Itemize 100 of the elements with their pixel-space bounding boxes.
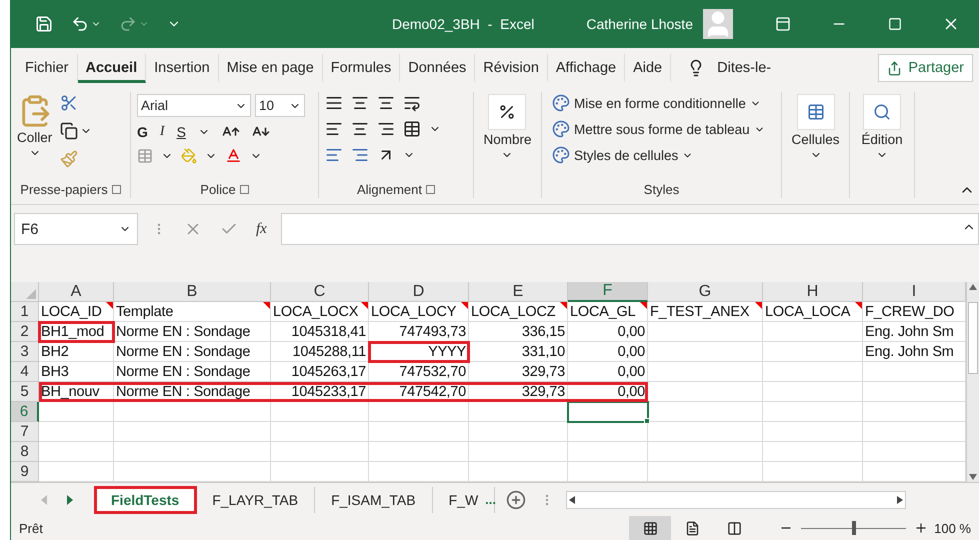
empty-cell[interactable] [763,442,863,462]
empty-cell[interactable] [763,422,863,442]
ribbon-tab[interactable]: Révision [475,54,548,82]
add-sheet-icon[interactable] [506,490,526,510]
empty-cell[interactable] [763,342,863,362]
previous-sheet-icon[interactable] [41,494,47,504]
underline-button[interactable]: S [176,124,186,140]
cells-button[interactable]: Cellules [791,94,840,178]
empty-cell[interactable] [271,442,369,462]
dialog-launcher-icon[interactable] [240,184,249,194]
align-center-icon[interactable] [351,120,369,138]
formula-field[interactable] [280,213,979,245]
empty-cell[interactable] [369,402,469,422]
empty-cell[interactable] [369,442,469,462]
column-header[interactable]: D [369,282,469,302]
zoom-level[interactable]: 100 % [934,520,971,536]
paste-button[interactable]: Coller [17,94,52,178]
more-sheets-button[interactable]: ... [485,492,496,507]
row-header[interactable]: 9 [11,462,39,482]
ribbon-tab[interactable]: Aide [625,54,672,82]
insert-function-button[interactable]: fx [256,220,267,238]
ribbon-tab[interactable]: Données [400,54,476,82]
empty-cell[interactable] [114,422,271,442]
row-header[interactable]: 5 [11,382,39,402]
empty-cell[interactable] [271,402,369,422]
number-format-button[interactable]: Nombre [483,94,532,178]
font-color-icon[interactable] [225,147,242,164]
dialog-launcher-icon[interactable] [112,184,121,194]
active-cell[interactable] [568,402,648,422]
middle-align-icon[interactable] [351,94,369,112]
empty-cell[interactable] [568,442,648,462]
sheet-tab[interactable]: FieldTests [95,486,196,512]
save-button[interactable] [35,15,53,33]
row-header[interactable]: 3 [11,342,39,362]
empty-cell[interactable] [369,422,469,442]
top-align-icon[interactable] [325,94,343,112]
row-header[interactable]: 7 [11,422,39,442]
column-header[interactable]: G [648,282,763,302]
tell-me-field[interactable]: Dites-le- [717,60,772,76]
fill-color-icon[interactable] [181,148,197,164]
column-header[interactable]: C [271,282,369,302]
scroll-left-icon[interactable] [569,496,576,504]
font-size-field[interactable]: 10 [255,94,305,117]
styles-menu-item[interactable]: Mettre sous forme de tableau [552,120,765,138]
merge-icon[interactable] [403,120,421,138]
undo-button[interactable] [71,15,101,33]
empty-cell[interactable] [271,422,369,442]
empty-cell[interactable] [271,462,369,482]
column-header[interactable]: H [763,282,863,302]
dialog-launcher-icon[interactable] [426,184,436,194]
ribbon-tab[interactable]: Fichier [17,54,78,82]
empty-cell[interactable] [568,462,648,482]
align-right-icon[interactable] [377,120,395,138]
vertical-scrollbar[interactable] [966,282,979,482]
copy-icon[interactable] [60,122,78,140]
empty-cell[interactable] [469,462,568,482]
next-sheet-icon[interactable] [67,494,73,504]
sheet-tab[interactable]: F_LAYR_TAB [196,486,316,512]
empty-cell[interactable] [648,342,763,362]
format-painter-icon[interactable] [60,150,78,168]
empty-cell[interactable] [648,402,763,422]
empty-cell[interactable] [648,322,763,342]
row-header[interactable]: 1 [11,302,39,322]
empty-cell[interactable] [648,442,763,462]
column-header[interactable]: I [863,282,966,302]
empty-cell[interactable] [763,402,863,422]
align-left-icon[interactable] [325,120,343,138]
empty-cell[interactable] [763,362,863,382]
font-name-field[interactable]: Arial [137,94,251,117]
ribbon-display-icon[interactable] [775,16,791,32]
name-box[interactable]: F6 [14,213,138,245]
row-header[interactable]: 6 [11,402,39,422]
zoom-thumb[interactable] [852,521,856,535]
row-header[interactable]: 8 [11,442,39,462]
column-header[interactable]: E [469,282,568,302]
wrap-text-icon[interactable] [403,94,421,112]
column-header[interactable]: A [39,282,114,302]
empty-cell[interactable] [568,422,648,442]
column-header[interactable]: F [568,282,648,302]
scroll-right-icon[interactable] [897,496,904,504]
horizontal-scrollbar[interactable] [566,490,906,508]
editing-button[interactable]: Édition [861,94,903,178]
ribbon-tab[interactable]: Formules [322,54,400,82]
fill-handle[interactable] [644,418,650,424]
styles-menu-item[interactable]: Styles de cellules [552,146,765,164]
empty-cell[interactable] [114,402,271,422]
borders-icon[interactable] [137,148,153,164]
empty-cell[interactable] [763,382,863,402]
empty-cell[interactable] [114,442,271,462]
sheet-tab[interactable]: F_ISAM_TAB [315,486,433,512]
empty-cell[interactable] [648,362,763,382]
cut-icon[interactable] [60,94,78,112]
styles-menu-item[interactable]: Mise en forme conditionnelle [552,94,765,112]
scroll-down-icon[interactable] [969,474,977,480]
empty-cell[interactable] [114,462,271,482]
empty-cell[interactable] [763,462,863,482]
ribbon-tab[interactable]: Accueil [78,54,146,82]
increase-indent-icon[interactable] [351,146,369,164]
empty-cell[interactable] [648,422,763,442]
select-all-button[interactable] [11,282,39,302]
